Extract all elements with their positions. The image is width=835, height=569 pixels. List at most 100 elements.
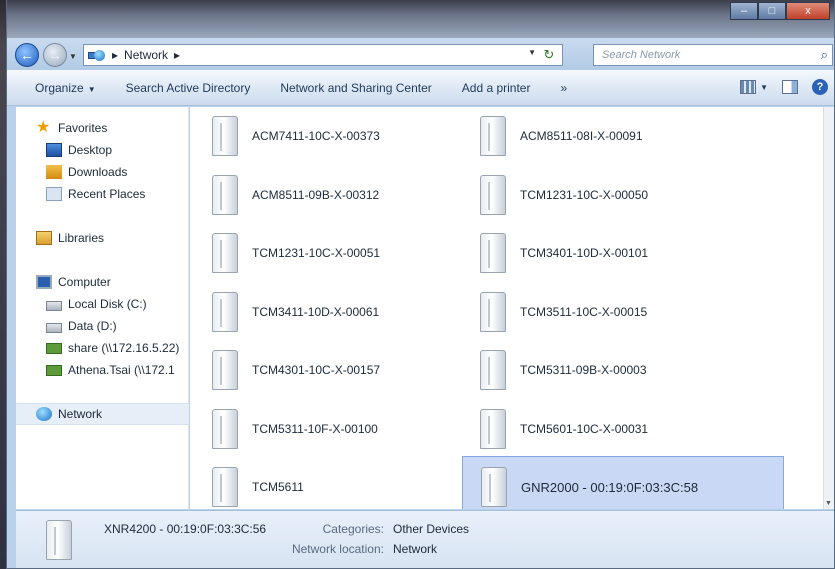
device-label: TCM3511-10C-X-00015 <box>520 304 648 319</box>
hard-drive-icon <box>46 301 62 311</box>
device-item[interactable]: ACM8511-09B-X-00312 <box>212 166 379 224</box>
breadcrumb-separator-2[interactable]: ▸ <box>174 48 180 62</box>
change-view-icon[interactable] <box>740 80 757 94</box>
device-item[interactable]: TCM3411-10D-X-00061 <box>212 283 379 341</box>
device-item[interactable]: ACM7411-10C-X-00373 <box>212 107 380 165</box>
sidebar-item-label: Libraries <box>58 231 105 245</box>
sidebar-item-share[interactable]: share (\\172.16.5.22) <box>16 337 189 359</box>
device-icon <box>212 116 238 156</box>
sidebar-item-computer[interactable]: Computer <box>16 271 189 293</box>
computer-icon <box>36 275 52 289</box>
device-label: TCM3401-10D-X-00101 <box>520 246 649 260</box>
downloads-icon <box>46 165 62 179</box>
device-item[interactable]: TCM3511-10C-X-00015 <box>480 283 647 341</box>
chevron-down-icon: ▼ <box>87 84 96 94</box>
device-label: TCM4301-10C-X-00157 <box>252 363 381 377</box>
device-icon <box>480 233 506 273</box>
sidebar-item-data-disk[interactable]: Data (D:) <box>16 315 189 337</box>
device-label: TCM5601-10C-X-00031 <box>520 421 649 436</box>
device-label: TCM1231-10C-X-00050 <box>520 187 649 202</box>
organize-label: Organize <box>35 80 84 95</box>
breadcrumb-network[interactable]: Network <box>124 48 168 62</box>
device-item[interactable]: TCM1231-10C-X-00051 <box>212 224 380 282</box>
network-location-label: Network location: <box>291 542 384 556</box>
device-item[interactable]: TCM5601-10C-X-00031 <box>480 400 648 458</box>
preview-pane-icon[interactable] <box>782 80 798 94</box>
device-icon <box>481 467 507 507</box>
add-printer-button[interactable]: Add a printer <box>447 81 546 95</box>
search-icon[interactable]: ⌕ <box>821 45 828 65</box>
device-item[interactable]: TCM5611 <box>212 458 304 509</box>
sidebar-item-athena[interactable]: Athena.Tsai (\\172.1 <box>16 359 189 381</box>
sidebar-item-label: Computer <box>58 275 111 289</box>
search-active-directory-button[interactable]: Search Active Directory <box>111 81 266 95</box>
maximize-button[interactable]: □ <box>758 2 786 20</box>
organize-button[interactable]: Organize ▼ <box>7 81 111 95</box>
categories-label: Categories: <box>322 522 384 536</box>
device-label: ACM7411-10C-X-00373 <box>252 129 380 143</box>
device-label: ACM8511-08I-X-00091 <box>520 129 643 143</box>
sidebar-item-favorites[interactable]: ★ Favorites <box>16 117 189 139</box>
device-icon <box>212 174 238 215</box>
minimize-button[interactable]: – <box>730 2 758 20</box>
device-icon <box>480 116 506 156</box>
network-location-value: Network <box>393 542 438 556</box>
device-icon <box>480 350 506 390</box>
device-item[interactable]: TCM4301-10C-X-00157 <box>212 341 380 399</box>
device-label: ACM8511-09B-X-00312 <box>252 187 380 202</box>
address-bar[interactable]: ▸ Network ▸ ▼ ↻ <box>83 44 563 66</box>
device-label: TCM3411-10D-X-00061 <box>252 304 380 319</box>
desktop-icon <box>46 143 62 157</box>
libraries-icon <box>36 231 52 245</box>
device-icon <box>212 467 238 507</box>
device-item[interactable]: ACM8511-08I-X-00091 <box>480 107 643 165</box>
sidebar-item-label: Data (D:) <box>68 319 117 333</box>
sidebar-item-libraries[interactable]: Libraries <box>16 227 189 249</box>
sidebar-item-label: Desktop <box>68 143 113 157</box>
device-item[interactable]: TCM5311-09B-X-00003 <box>480 341 647 399</box>
history-dropdown-icon[interactable]: ▼ <box>69 52 77 61</box>
help-icon[interactable]: ? <box>812 79 828 95</box>
recent-places-icon <box>46 187 62 201</box>
sidebar-item-label: Network <box>58 407 103 421</box>
device-label: GNR2000 - 00:19:0F:03:3C:58 <box>521 479 699 495</box>
device-icon <box>480 291 506 332</box>
sidebar-item-desktop[interactable]: Desktop <box>16 139 189 161</box>
address-dropdown-icon[interactable]: ▼ <box>528 48 536 57</box>
refresh-icon[interactable]: ↻ <box>540 46 558 64</box>
close-button[interactable]: x <box>786 2 830 20</box>
network-sharing-center-button[interactable]: Network and Sharing Center <box>265 81 446 95</box>
sidebar-item-label: share (\\172.16.5.22) <box>68 341 180 355</box>
device-item[interactable]: GNR2000 - 00:19:0F:03:3C:58 <box>462 456 784 509</box>
sidebar-item-recent-places[interactable]: Recent Places <box>16 183 189 205</box>
breadcrumb-separator[interactable]: ▸ <box>112 48 118 62</box>
hard-drive-icon <box>46 323 62 333</box>
command-bar: Organize ▼ Search Active Directory Networ… <box>7 70 834 106</box>
device-icon <box>46 520 72 560</box>
back-arrow-icon: ← <box>20 47 34 63</box>
sidebar-item-local-disk[interactable]: Local Disk (C:) <box>16 293 189 315</box>
more-commands-button[interactable]: » <box>545 81 582 95</box>
sidebar-item-downloads[interactable]: Downloads <box>16 161 189 183</box>
categories-value: Other Devices <box>393 522 470 536</box>
device-icon <box>212 350 238 390</box>
device-item[interactable]: TCM1231-10C-X-00050 <box>480 166 648 224</box>
search-input[interactable]: Search Network ⌕ <box>593 44 833 66</box>
device-item[interactable]: TCM3401-10D-X-00101 <box>480 224 648 282</box>
forward-button[interactable]: → <box>43 43 67 67</box>
sidebar-item-label: Local Disk (C:) <box>68 297 147 311</box>
view-dropdown-icon[interactable]: ▼ <box>760 83 768 92</box>
vertical-scrollbar[interactable]: ▼ <box>823 107 834 509</box>
title-bar: – □ x <box>7 0 834 38</box>
sidebar-item-network[interactable]: Network <box>16 403 189 425</box>
star-icon: ★ <box>36 119 51 136</box>
back-button[interactable]: ← <box>15 43 39 67</box>
device-icon <box>480 408 506 449</box>
search-placeholder: Search Network <box>602 49 681 61</box>
device-icon <box>212 408 238 449</box>
scroll-down-icon[interactable]: ▼ <box>825 500 832 507</box>
device-item[interactable]: TCM5311-10F-X-00100 <box>212 400 378 458</box>
forward-arrow-icon: → <box>48 47 62 63</box>
sidebar-item-label: Downloads <box>68 165 128 179</box>
device-label: TCM5611 <box>252 480 304 494</box>
